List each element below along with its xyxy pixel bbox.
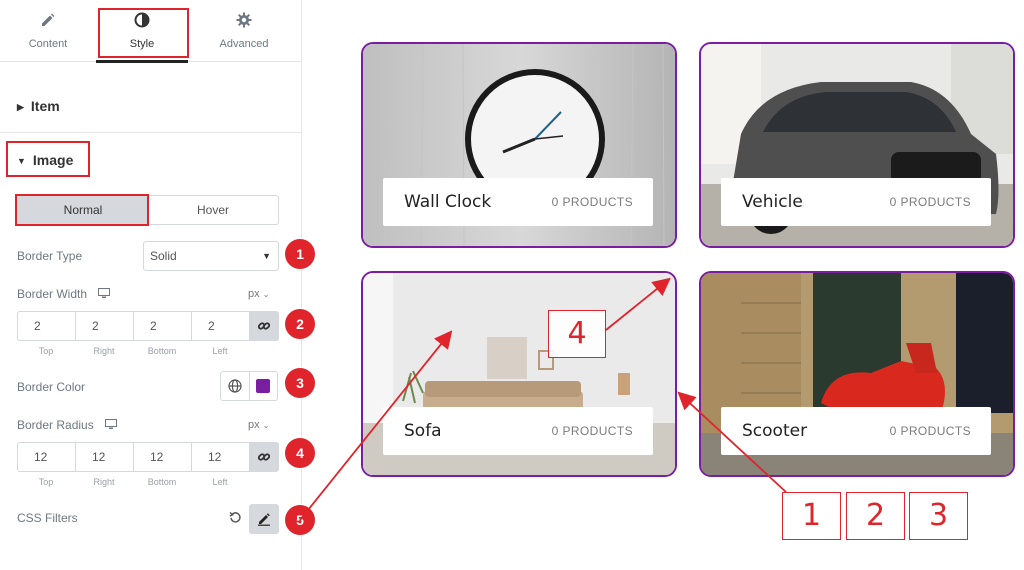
border-radius-unit[interactable]: px ⌄ bbox=[248, 419, 269, 431]
desktop-icon[interactable] bbox=[98, 288, 111, 302]
border-width-inputs: 2 2 2 2 bbox=[17, 311, 279, 341]
link-icon[interactable] bbox=[249, 442, 279, 472]
style-panel: Content Style Advanced ▶ Item ▼ Image Norm… bbox=[0, 0, 302, 570]
border-type-select[interactable]: Solid ▼ bbox=[143, 241, 279, 271]
card-caption: Wall Clock 0 PRODUCTS bbox=[383, 178, 653, 226]
dim-label-right: Right bbox=[93, 346, 115, 356]
category-card-wall-clock[interactable]: Wall Clock 0 PRODUCTS bbox=[361, 42, 677, 248]
border-width-right[interactable]: 2 bbox=[75, 311, 133, 341]
card-title: Vehicle bbox=[742, 192, 803, 212]
border-width-unit[interactable]: px ⌄ bbox=[248, 288, 269, 300]
border-width-top[interactable]: 2 bbox=[17, 311, 75, 341]
category-card-sofa[interactable]: Sofa 0 PRODUCTS bbox=[361, 271, 677, 477]
globe-icon[interactable] bbox=[221, 372, 249, 400]
card-title: Sofa bbox=[404, 421, 442, 441]
highlight-style-tab bbox=[98, 8, 189, 58]
tab-advanced[interactable]: Advanced bbox=[196, 0, 292, 62]
callout-box-1: 1 bbox=[782, 492, 841, 540]
border-radius-top[interactable]: 12 bbox=[17, 442, 75, 472]
tab-content[interactable]: Content bbox=[0, 0, 96, 62]
border-radius-bottom[interactable]: 12 bbox=[133, 442, 191, 472]
step-badge-5: 5 bbox=[285, 505, 315, 535]
category-card-vehicle[interactable]: Vehicle 0 PRODUCTS bbox=[699, 42, 1015, 248]
card-caption: Sofa 0 PRODUCTS bbox=[383, 407, 653, 455]
highlight-image-section bbox=[6, 141, 90, 177]
step-badge-3: 3 bbox=[285, 368, 315, 398]
border-radius-inputs: 12 12 12 12 bbox=[17, 442, 279, 472]
callout-box-3: 3 bbox=[909, 492, 968, 540]
highlight-normal-tab bbox=[15, 194, 149, 226]
section-item[interactable]: ▶ Item bbox=[0, 78, 302, 133]
product-count: 0 PRODUCTS bbox=[551, 424, 633, 438]
border-color-label: Border Color bbox=[17, 380, 86, 394]
step-badge-4: 4 bbox=[285, 438, 315, 468]
dim-label-top: Top bbox=[38, 477, 54, 487]
step-badge-2: 2 bbox=[285, 309, 315, 339]
chevron-down-icon: ▼ bbox=[262, 251, 271, 261]
chevron-down-icon: ⌄ bbox=[262, 421, 270, 430]
border-radius-label: Border Radius bbox=[17, 418, 118, 433]
dim-label-right: Right bbox=[93, 477, 115, 487]
link-icon[interactable] bbox=[249, 311, 279, 341]
caret-right-icon: ▶ bbox=[17, 102, 24, 112]
card-caption: Scooter 0 PRODUCTS bbox=[721, 407, 991, 455]
border-color-control bbox=[220, 371, 278, 401]
dim-label-left: Left bbox=[212, 477, 228, 487]
dim-label-bottom: Bottom bbox=[147, 477, 177, 487]
css-filters-label: CSS Filters bbox=[17, 511, 78, 525]
chevron-down-icon: ⌄ bbox=[262, 290, 270, 299]
desktop-icon[interactable] bbox=[105, 419, 118, 433]
border-width-bottom[interactable]: 2 bbox=[133, 311, 191, 341]
section-item-title: ▶ Item bbox=[17, 98, 60, 114]
color-swatch-fill bbox=[256, 379, 271, 393]
border-type-label: Border Type bbox=[17, 249, 83, 263]
product-count: 0 PRODUCTS bbox=[889, 195, 971, 209]
dim-label-top: Top bbox=[38, 346, 54, 356]
pencil-icon bbox=[39, 12, 57, 30]
color-swatch[interactable] bbox=[248, 372, 277, 400]
border-width-left[interactable]: 2 bbox=[191, 311, 249, 341]
pencil-icon bbox=[258, 513, 270, 526]
dim-label-left: Left bbox=[212, 346, 228, 356]
card-title: Wall Clock bbox=[404, 192, 492, 212]
card-caption: Vehicle 0 PRODUCTS bbox=[721, 178, 991, 226]
callout-box-2: 2 bbox=[846, 492, 905, 540]
step-badge-1: 1 bbox=[285, 239, 315, 269]
product-count: 0 PRODUCTS bbox=[889, 424, 971, 438]
hover-tab[interactable]: Hover bbox=[148, 196, 278, 224]
category-card-scooter[interactable]: Scooter 0 PRODUCTS bbox=[699, 271, 1015, 477]
dim-label-bottom: Bottom bbox=[147, 346, 177, 356]
product-count: 0 PRODUCTS bbox=[551, 195, 633, 209]
tab-advanced-label: Advanced bbox=[219, 38, 269, 50]
gear-icon bbox=[235, 12, 253, 30]
edit-filters-button[interactable] bbox=[249, 504, 279, 534]
callout-box-4: 4 bbox=[548, 310, 606, 358]
tab-content-label: Content bbox=[28, 38, 68, 50]
reset-icon[interactable] bbox=[229, 511, 242, 529]
border-type-value: Solid bbox=[150, 249, 177, 263]
border-width-label: Border Width bbox=[17, 287, 111, 302]
border-radius-right[interactable]: 12 bbox=[75, 442, 133, 472]
card-title: Scooter bbox=[742, 421, 808, 441]
border-radius-left[interactable]: 12 bbox=[191, 442, 249, 472]
